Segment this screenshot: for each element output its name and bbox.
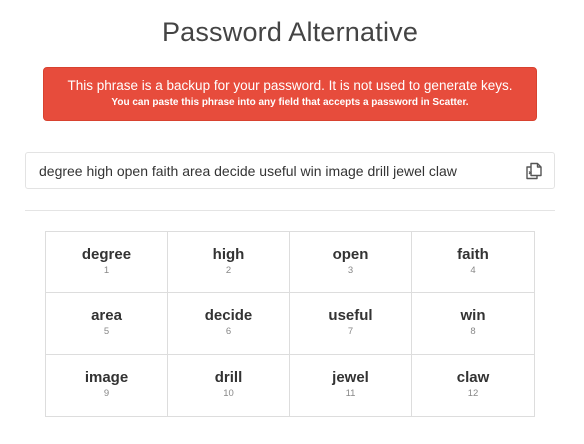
word-number: 6: [225, 326, 232, 338]
page-title: Password Alternative: [161, 17, 419, 47]
alert-sub-text: You can paste this phrase into any field…: [111, 97, 469, 108]
word-number: 8: [470, 326, 476, 338]
copy-icon: [526, 162, 542, 180]
warning-alert: This phrase is a backup for your passwor…: [43, 67, 537, 121]
word-cell: open 3: [290, 232, 412, 294]
word-label: decide: [204, 307, 253, 325]
word-cell: useful 7: [290, 293, 412, 355]
word-label: drill: [214, 368, 243, 386]
word-label: claw: [456, 368, 490, 386]
word-number: 2: [225, 265, 232, 276]
word-number: 9: [103, 387, 110, 399]
word-grid: degree 1 high 2 open 3 faith 4 area 5 decide 6…: [45, 231, 535, 417]
word-number: 11: [345, 387, 356, 399]
word-cell: win 8: [412, 293, 534, 355]
word-number: 1: [103, 265, 110, 276]
divider: [25, 210, 555, 211]
word-cell: area 5: [46, 293, 168, 355]
word-cell: decide 6: [168, 293, 290, 355]
word-number: 5: [103, 326, 110, 338]
word-label: useful: [328, 307, 373, 325]
word-cell: degree 1: [46, 232, 168, 294]
word-number: 7: [347, 326, 354, 338]
copy-button[interactable]: [522, 159, 546, 183]
password-alternative-page: Password Alternative This phrase is a ba…: [0, 0, 584, 444]
word-label: image: [84, 368, 129, 386]
phrase-field[interactable]: degree high open faith area decide usefu…: [25, 152, 555, 189]
word-number: 4: [470, 265, 476, 276]
word-cell: claw 12: [412, 355, 534, 416]
word-cell: faith 4: [412, 232, 534, 294]
alert-main-text: This phrase is a backup for your passwor…: [67, 78, 513, 93]
word-label: win: [460, 307, 486, 325]
word-number: 10: [223, 387, 234, 399]
word-label: open: [332, 246, 369, 263]
word-label: faith: [457, 246, 489, 263]
phrase-text[interactable]: degree high open faith area decide usefu…: [39, 163, 457, 179]
word-label: high: [212, 246, 245, 263]
word-cell: high 2: [168, 232, 290, 294]
word-label: area: [91, 307, 122, 325]
word-cell: image 9: [46, 354, 168, 416]
word-number: 12: [467, 387, 479, 399]
word-cell: jewel 11: [290, 354, 412, 416]
word-cell: drill 10: [168, 354, 290, 416]
word-number: 3: [347, 265, 354, 276]
word-label: degree: [81, 246, 132, 263]
word-label: jewel: [332, 368, 369, 386]
